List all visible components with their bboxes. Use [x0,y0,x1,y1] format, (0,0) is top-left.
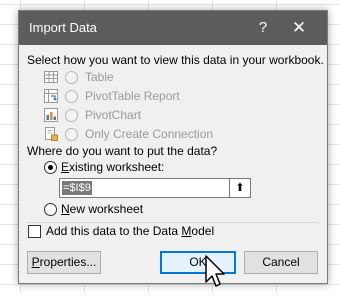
radio-table[interactable] [65,71,78,84]
data-model-label[interactable]: Add this data to the Data Model [46,224,214,238]
existing-worksheet-label[interactable]: Existing worksheet: [61,160,164,174]
option-pivottable[interactable]: PivotTable Report [43,88,263,106]
radio-pivottable[interactable] [65,90,78,103]
option-pivottable-label: PivotTable Report [85,89,180,103]
collapse-arrow-icon: ⬆ [235,182,245,194]
existing-worksheet-label-mnemonic: E [61,160,70,174]
option-only-create-connection-label: Only Create Connection [85,127,214,141]
option-table[interactable]: Table [43,69,263,87]
properties-mnemonic: P [31,255,40,269]
close-button[interactable]: ✕ [287,17,311,39]
help-button[interactable]: ? [251,17,275,39]
collapse-dialog-button[interactable]: ⬆ [229,178,251,198]
pivottable-icon [43,88,59,104]
existing-worksheet-label-rest: xisting worksheet: [69,160,165,174]
table-icon [43,69,59,85]
pivotchart-icon [43,107,59,123]
new-worksheet-label-rest: ew worksheet [69,202,144,216]
dialog-titlebar: Import Data ? ✕ [19,11,327,45]
radio-only-create-connection[interactable] [65,128,78,141]
properties-button[interactable]: Properties... [27,251,101,274]
option-pivotchart-label: PivotChart [85,108,142,122]
new-worksheet-label[interactable]: New worksheet [61,202,143,216]
option-table-label: Table [85,70,114,84]
option-pivotchart[interactable]: PivotChart [43,107,263,125]
cell-reference-value: =$I$9 [62,181,92,195]
mouse-pointer-icon [200,252,230,292]
radio-pivotchart[interactable] [65,109,78,122]
import-data-dialog: Import Data ? ✕ Select how you want to v… [18,10,328,284]
radio-existing-worksheet[interactable] [44,161,57,174]
radio-selected-dot [48,165,53,170]
new-worksheet-label-mnemonic: N [61,202,70,216]
data-model-label-start: Add this data to the Data [46,224,182,238]
divider [27,222,319,223]
dialog-title: Import Data [29,20,97,35]
view-prompt: Select how you want to view this data in… [27,53,324,67]
data-model-checkbox[interactable] [28,225,41,238]
radio-new-worksheet[interactable] [44,203,57,216]
cancel-button[interactable]: Cancel [244,251,318,274]
connection-icon [43,126,59,142]
cell-reference-input[interactable]: =$I$9 [59,178,231,198]
data-model-label-mnemonic: M [181,224,192,238]
data-model-label-end: odel [191,224,215,238]
placement-prompt: Where do you want to put the data? [27,144,218,158]
properties-button-rest: roperties... [39,255,97,269]
option-only-create-connection[interactable]: Only Create Connection [43,126,263,144]
